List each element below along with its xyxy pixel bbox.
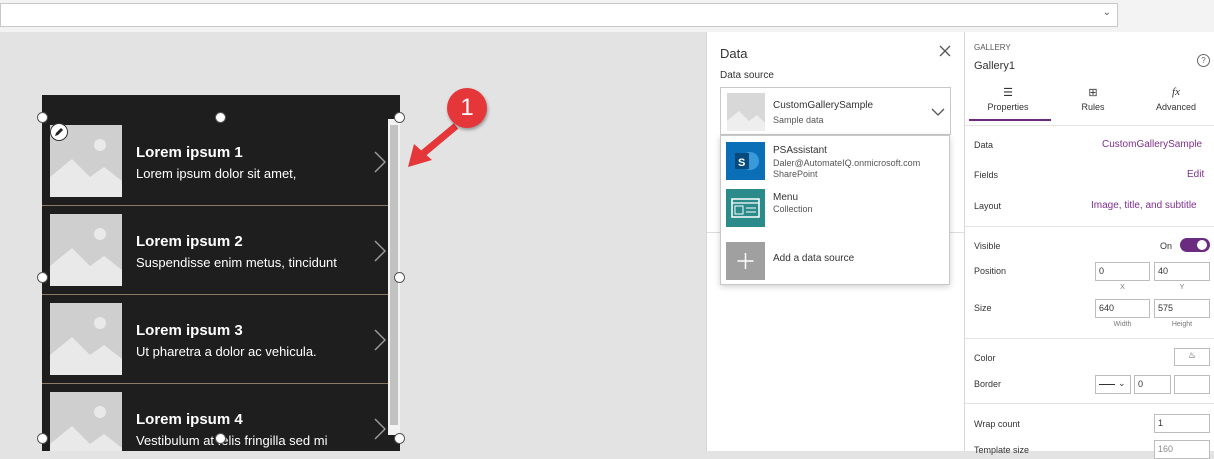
wrap-count-input[interactable]: 1 bbox=[1154, 414, 1210, 433]
data-prop-label: Data bbox=[974, 140, 994, 150]
tab-advanced[interactable]: fx Advanced bbox=[1135, 86, 1214, 118]
help-icon[interactable]: ? bbox=[1197, 54, 1210, 67]
annotation-badge: 1 bbox=[447, 88, 487, 128]
tab-properties[interactable]: ☰ Properties bbox=[967, 86, 1049, 118]
tab-label: Properties bbox=[987, 102, 1029, 112]
data-source-label: Data source bbox=[720, 70, 774, 81]
divider bbox=[965, 403, 1214, 404]
x-caption: X bbox=[1120, 284, 1125, 291]
image-placeholder-icon bbox=[727, 93, 765, 131]
data-source-dropdown: S PSAssistant Daler@AutomateIQ.onmicroso… bbox=[720, 135, 950, 285]
option-type: Collection bbox=[773, 204, 813, 214]
toggle-knob bbox=[1197, 240, 1207, 250]
border-style-select[interactable]: ⌄ bbox=[1095, 375, 1131, 394]
tab-label: Advanced bbox=[1155, 102, 1197, 112]
fields-edit-link[interactable]: Edit bbox=[1187, 169, 1204, 180]
height-caption: Height bbox=[1171, 321, 1193, 328]
data-source-option[interactable]: Menu Collection bbox=[721, 186, 949, 230]
option-type: SharePoint bbox=[773, 169, 818, 179]
border-prop-label: Border bbox=[974, 379, 1002, 389]
control-type-label: GALLERY bbox=[974, 43, 1011, 52]
divider bbox=[965, 125, 1214, 126]
divider bbox=[965, 226, 1214, 227]
close-icon[interactable] bbox=[938, 44, 952, 58]
sharepoint-icon: S bbox=[726, 142, 765, 180]
svg-text:S: S bbox=[738, 157, 745, 169]
visible-prop-label: Visible bbox=[974, 241, 1001, 251]
fields-prop-label: Fields bbox=[974, 170, 999, 180]
border-color-picker[interactable] bbox=[1174, 375, 1210, 394]
line-style-icon bbox=[1099, 384, 1115, 385]
data-source-select[interactable]: CustomGallerySample Sample data bbox=[720, 87, 951, 135]
visible-prop-value: On bbox=[1160, 241, 1173, 251]
fx-icon: fx bbox=[1172, 86, 1180, 98]
tab-rules[interactable]: ⊞ Rules bbox=[1052, 86, 1134, 118]
layout-prop-value[interactable]: Image, title, and subtitle bbox=[1091, 200, 1197, 211]
position-prop-label: Position bbox=[974, 266, 1007, 276]
width-caption: Width bbox=[1113, 321, 1132, 328]
template-size-label: Template size bbox=[974, 445, 1030, 455]
y-caption: Y bbox=[1179, 284, 1185, 291]
size-prop-label: Size bbox=[974, 303, 992, 313]
selected-source-type: Sample data bbox=[773, 115, 824, 125]
option-name: PSAssistant bbox=[773, 145, 827, 156]
template-size-input[interactable]: 160 bbox=[1154, 440, 1210, 459]
tab-label: Rules bbox=[1081, 102, 1105, 112]
wrap-count-label: Wrap count bbox=[974, 419, 1020, 429]
rules-icon: ⊞ bbox=[1088, 87, 1098, 99]
add-data-source-option[interactable]: Add a data source bbox=[721, 239, 949, 283]
control-name: Gallery1 bbox=[974, 60, 1015, 72]
position-x-input[interactable]: 0 bbox=[1095, 262, 1150, 281]
data-source-option[interactable]: S PSAssistant Daler@AutomateIQ.onmicroso… bbox=[721, 139, 949, 183]
option-name: Add a data source bbox=[773, 253, 855, 264]
layout-prop-label: Layout bbox=[974, 201, 1002, 211]
height-input[interactable]: 575 bbox=[1154, 299, 1210, 318]
color-picker[interactable]: ♨ bbox=[1174, 348, 1210, 366]
active-tab-indicator bbox=[969, 119, 1051, 121]
divider bbox=[965, 338, 1214, 339]
collection-icon bbox=[726, 189, 765, 227]
border-width-input[interactable]: 0 bbox=[1134, 375, 1171, 394]
chevron-down-icon[interactable] bbox=[931, 104, 945, 122]
width-input[interactable]: 640 bbox=[1095, 299, 1150, 318]
option-detail: Daler@AutomateIQ.onmicrosoft.com bbox=[773, 158, 921, 168]
position-y-input[interactable]: 40 bbox=[1154, 262, 1210, 281]
plus-icon bbox=[726, 242, 765, 280]
paint-bucket-icon: ♨ bbox=[1188, 350, 1197, 360]
data-prop-value[interactable]: CustomGallerySample bbox=[1102, 139, 1202, 150]
selected-source-name: CustomGallerySample bbox=[773, 100, 874, 111]
properties-panel: GALLERY Gallery1 ? ☰ Properties ⊞ Rules … bbox=[964, 32, 1214, 459]
sliders-icon: ☰ bbox=[1003, 87, 1013, 99]
option-name: Menu bbox=[773, 192, 799, 203]
visible-toggle[interactable] bbox=[1180, 238, 1210, 252]
chevron-down-icon: ⌄ bbox=[1118, 378, 1126, 388]
data-panel-title: Data bbox=[720, 46, 748, 61]
color-prop-label: Color bbox=[974, 353, 996, 363]
